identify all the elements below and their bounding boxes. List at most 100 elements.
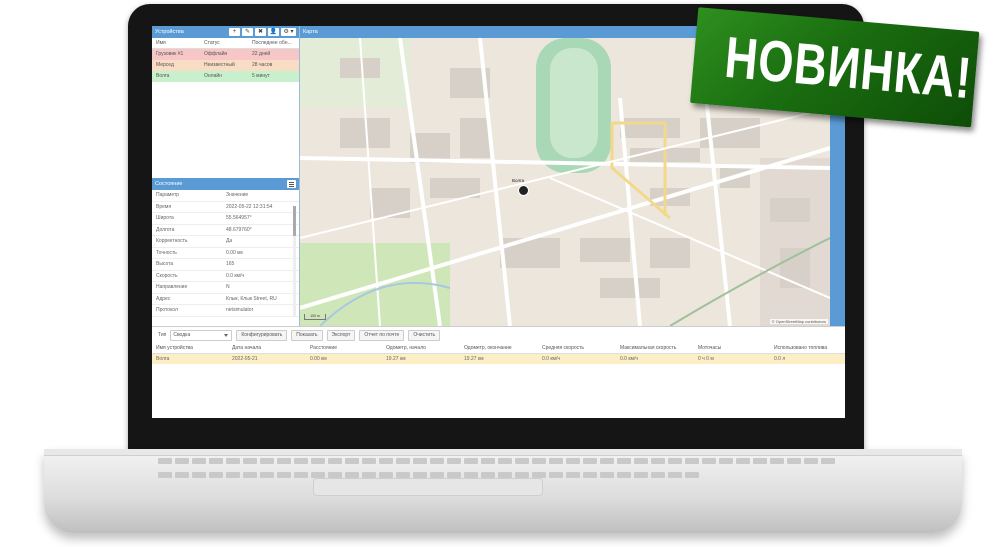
keyboard-key [158, 458, 172, 464]
report-col-header[interactable]: Моточасы [698, 343, 774, 353]
keyboard-key [413, 458, 427, 464]
report-col-header[interactable]: Расстояние [310, 343, 386, 353]
device-updated: 5 минут [252, 73, 270, 79]
map-panel-title: Карта [303, 29, 318, 35]
keyboard-key [328, 458, 342, 464]
keyboard-key [600, 472, 614, 478]
remove-device-button[interactable]: ✖ [255, 28, 266, 36]
keyboard-key [804, 458, 818, 464]
keyboard-key [736, 458, 750, 464]
menu-icon[interactable] [287, 180, 296, 188]
device-row[interactable]: Мерсед Неизвестный 28 часов [152, 60, 299, 71]
keyboard-key [668, 458, 682, 464]
keyboard-key [294, 458, 308, 464]
state-scrollbar[interactable] [293, 206, 296, 316]
keyboard-key [209, 458, 223, 464]
keyboard-key [260, 472, 274, 478]
state-row: Корректность Да [152, 236, 299, 248]
laptop-hinge [44, 449, 962, 456]
keyboard-key [430, 458, 444, 464]
keyboard-key [379, 458, 393, 464]
report-cell: Волга [156, 356, 170, 362]
state-key: Протокол [156, 307, 178, 313]
state-key: Широта [156, 215, 174, 221]
keyboard-key [294, 472, 308, 478]
report-row[interactable]: Волга 2022-05-21 0.00 км 19.27 км 19.27 км 0.… [152, 354, 845, 364]
device-name: Мерсед [156, 62, 174, 68]
email-report-button[interactable]: Отчет по почте [359, 329, 405, 341]
keyboard-key [685, 472, 699, 478]
col-updated[interactable]: Последнее обн... [252, 38, 298, 48]
keyboard-key [566, 458, 580, 464]
report-col-header[interactable]: Имя устройства [156, 343, 232, 353]
state-key: Адрес [156, 295, 171, 302]
keyboard-key [362, 458, 376, 464]
device-row[interactable]: Грузовик #1 Оффлайн 22 дней [152, 49, 299, 60]
keyboard-key [719, 458, 733, 464]
keyboard-key [243, 458, 257, 464]
report-cell: 0.0 км/ч [542, 356, 560, 362]
report-col-header[interactable]: Средняя скорость [542, 343, 620, 353]
report-col-header[interactable]: Максимальная скорость [620, 343, 698, 353]
keyboard-key [226, 458, 240, 464]
map-attribution[interactable]: © OpenStreetMap contributors [769, 319, 828, 324]
new-badge-plate: НОВИНКА! [690, 7, 980, 128]
keyboard-key [192, 458, 206, 464]
state-value: 48.679760° [226, 226, 252, 233]
device-updated: 22 дней [252, 51, 271, 57]
report-cell: 0.00 км [310, 356, 327, 362]
col-name[interactable]: Имя [152, 38, 204, 48]
export-button[interactable]: Экспорт [326, 329, 356, 341]
report-col-header[interactable]: Одометр, окончание [464, 343, 542, 353]
keyboard-key [634, 458, 648, 464]
state-row: Направление N [152, 282, 299, 294]
keyboard-key [617, 472, 631, 478]
report-col-header[interactable]: Одометр, начало [386, 343, 464, 353]
keyboard-key [821, 458, 835, 464]
report-panel: Тип Сводка Конфигурировать Показать Эксп… [152, 326, 845, 418]
col-value: Значение [226, 192, 249, 198]
keyboard-key [583, 458, 597, 464]
keyboard-key [158, 472, 172, 478]
report-cell: 0 ч 0 м [698, 356, 714, 362]
edit-device-button[interactable]: ✎ [242, 28, 253, 36]
state-panel-header: Состояние [152, 178, 299, 190]
report-cell: 0.0 л [774, 356, 786, 362]
state-panel-title: Состояние [155, 181, 183, 187]
report-col-header[interactable]: Использовано топлива [774, 343, 844, 353]
report-col-header[interactable]: Дата начала [232, 343, 310, 353]
report-cell: 2022-05-21 [232, 356, 258, 362]
keyboard-key [481, 458, 495, 464]
device-users-button[interactable]: 👤 [268, 28, 279, 36]
keyboard-key [634, 472, 648, 478]
keyboard-key [702, 458, 716, 464]
scrollbar-thumb[interactable] [293, 206, 296, 236]
state-row: Адрес Клык, Клык Street, RU [152, 294, 299, 305]
state-row: Время 2022-05-22 12:31:54 [152, 202, 299, 213]
add-device-button[interactable]: + [229, 28, 240, 36]
keyboard-key [277, 472, 291, 478]
state-value: Да [226, 238, 233, 244]
state-value: Клык, Клык Street, RU [226, 295, 277, 302]
report-toolbar: Тип Сводка Конфигурировать Показать Эксп… [152, 327, 845, 343]
device-settings-button[interactable]: ⚙ ▾ [281, 28, 296, 36]
clear-button[interactable]: Очистить [408, 329, 441, 341]
laptop-touchpad [313, 478, 543, 496]
keyboard-key [226, 472, 240, 478]
devices-panel-header: Устройства + ✎ ✖ 👤 ⚙ ▾ [152, 26, 299, 38]
col-status[interactable]: Статус [204, 38, 252, 48]
configure-button[interactable]: Конфигурировать [236, 329, 288, 341]
state-value: 55.564957° [226, 215, 252, 221]
keyboard-key [277, 458, 291, 464]
state-key: Долгота [156, 226, 175, 233]
report-type-label: Тип [158, 332, 167, 338]
state-row: Высота 165 [152, 259, 299, 271]
device-row[interactable]: Волга Онлайн 5 минут [152, 71, 299, 82]
new-badge-text: НОВИНКА! [722, 24, 975, 112]
device-marker-icon[interactable] [518, 185, 529, 196]
report-type-select[interactable]: Сводка [170, 329, 233, 341]
keyboard-key [311, 458, 325, 464]
show-button[interactable]: Показать [291, 329, 323, 341]
report-cell: 19.27 км [464, 356, 484, 362]
state-value: 0.0 км/ч [226, 272, 244, 279]
